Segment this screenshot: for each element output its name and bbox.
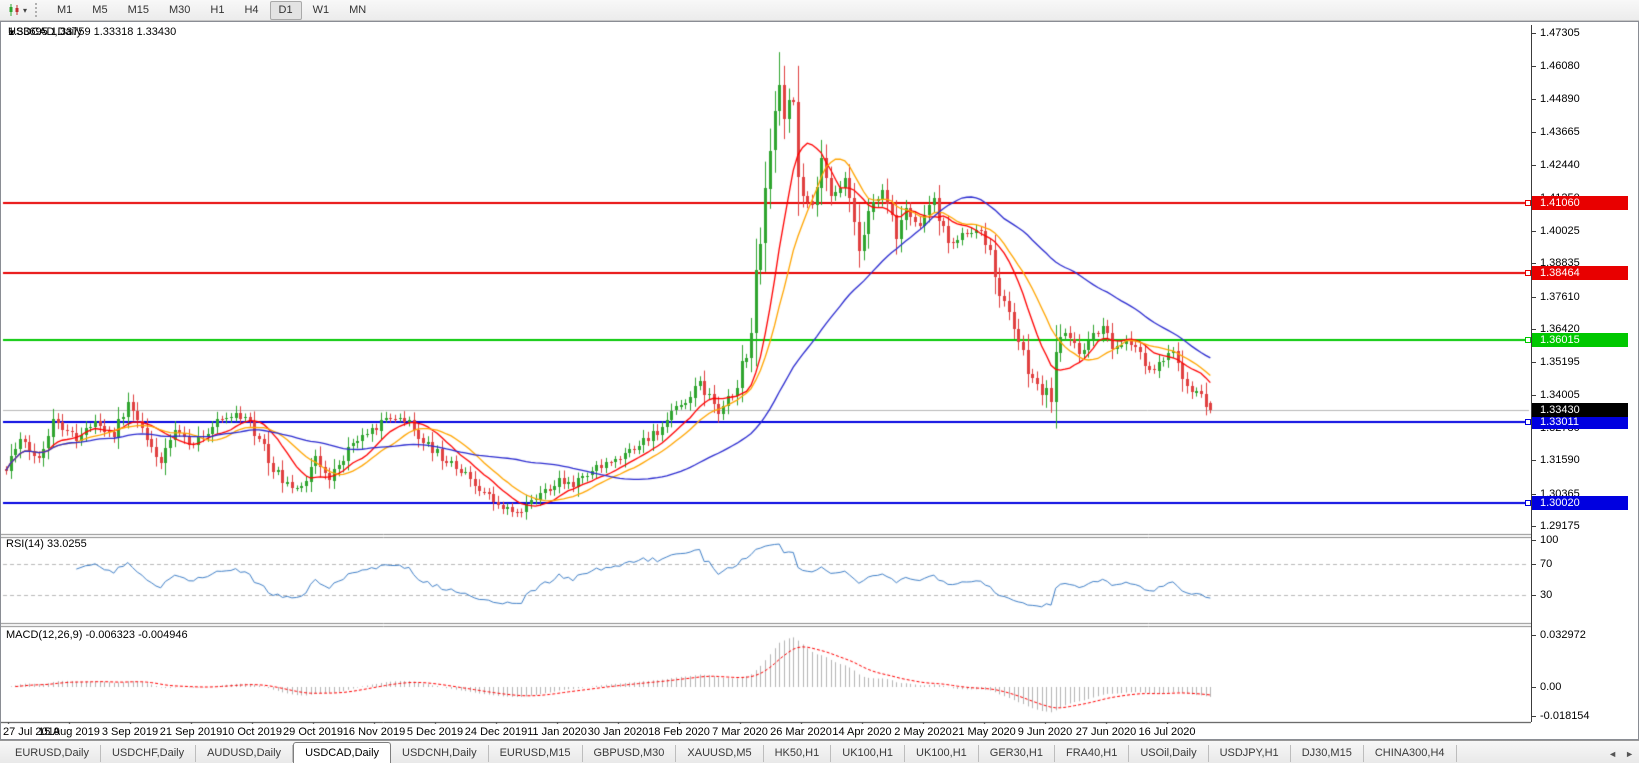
date-label: 2 May 2020: [894, 726, 951, 738]
date-label: 16 Jul 2020: [1139, 726, 1196, 738]
date-label: 27 Jun 2020: [1076, 726, 1137, 738]
hline-price-tag: 1.30020: [1532, 496, 1628, 510]
macd-axis-tick: -0.018154: [1532, 708, 1590, 724]
hline-anchor-handle[interactable]: [1525, 500, 1531, 506]
chart-tab-eurusd-m15[interactable]: EURUSD,M15: [489, 745, 583, 762]
date-label: 14 Apr 2020: [832, 726, 891, 738]
current-price-tag: 1.33430: [1532, 403, 1628, 417]
date-label: 11 Jan 2020: [527, 726, 587, 738]
chart-tab-usdcad-daily[interactable]: USDCAD,Daily: [293, 742, 391, 763]
price-axis-tick: 1.44890: [1532, 91, 1580, 107]
price-axis-tick: 1.43665: [1532, 124, 1580, 140]
hline-anchor-handle[interactable]: [1525, 270, 1531, 276]
date-label: 30 Jan 2020: [588, 726, 649, 738]
ohlc-values: 1.33695 1.33759 1.33318 1.33430: [8, 26, 176, 38]
price-axis-tick: 1.47305: [1532, 25, 1580, 41]
rsi-axis-tick: 70: [1532, 556, 1552, 572]
macd-axis-tick: 0.00: [1532, 679, 1561, 695]
price-axis-tick: 1.42440: [1532, 157, 1580, 173]
macd-label: MACD(12,26,9) -0.006323 -0.004946: [6, 629, 188, 641]
chart-tab-gbpusd-m30[interactable]: GBPUSD,M30: [583, 745, 677, 762]
chart-tab-usdcnh-daily[interactable]: USDCNH,Daily: [391, 745, 489, 762]
date-label: 9 Jun 2020: [1018, 726, 1072, 738]
price-axis-tick: 1.37610: [1532, 289, 1580, 305]
chart-tab-uk100-h1[interactable]: UK100,H1: [905, 745, 979, 762]
candlestick-chart-icon: [7, 3, 21, 17]
timeframe-button-m15[interactable]: M15: [119, 1, 158, 20]
chart-window: ▼ USDCAD,Daily 1.33695 1.33759 1.33318 1…: [0, 21, 1639, 740]
timeframe-button-w1[interactable]: W1: [304, 1, 339, 20]
price-axis-tick: 1.34005: [1532, 387, 1580, 403]
date-label: 21 May 2020: [952, 726, 1016, 738]
tab-scroll-left-button[interactable]: ◄: [1608, 749, 1617, 759]
timeframe-buttons: M1M5M15M30H1H4D1W1MN: [47, 1, 376, 20]
mt4-terminal: { "toolbar": { "chart_icon_caret": "▾", …: [0, 0, 1639, 763]
macd-axis-tick: 0.032972: [1532, 627, 1586, 643]
chart-style-button[interactable]: ▾: [3, 2, 31, 18]
chart-tab-usdjpy-h1[interactable]: USDJPY,H1: [1209, 745, 1291, 762]
price-axis-tick: 1.31590: [1532, 452, 1580, 468]
timeframe-button-h1[interactable]: H1: [201, 1, 233, 20]
chart-tab-uk100-h1[interactable]: UK100,H1: [831, 745, 905, 762]
chart-tab-eurusd-daily[interactable]: EURUSD,Daily: [4, 745, 101, 762]
date-label: 26 Mar 2020: [770, 726, 832, 738]
timeframe-button-m1[interactable]: M1: [48, 1, 81, 20]
chart-tab-ger30-h1[interactable]: GER30,H1: [979, 745, 1055, 762]
rsi-axis-tick: 30: [1532, 587, 1552, 603]
price-axis-tick: 1.46080: [1532, 58, 1580, 74]
chart-tab-dj30-m15[interactable]: DJ30,M15: [1291, 745, 1364, 762]
timeframe-button-h4[interactable]: H4: [235, 1, 267, 20]
timeframe-button-m5[interactable]: M5: [83, 1, 116, 20]
chart-tab-fra40-h1[interactable]: FRA40,H1: [1055, 745, 1129, 762]
hline-price-tag: 1.41060: [1532, 196, 1628, 210]
price-scale[interactable]: 1.473051.460801.448901.436651.424401.412…: [1531, 25, 1639, 722]
date-label: 18 Feb 2020: [648, 726, 710, 738]
hline-price-tag: 1.36015: [1532, 333, 1628, 347]
toolbar: ▾ M1M5M15M30H1H4D1W1MN: [0, 0, 1639, 21]
date-label: 7 Mar 2020: [712, 726, 768, 738]
price-axis-tick: 1.35195: [1532, 354, 1580, 370]
hline-anchor-handle[interactable]: [1525, 200, 1531, 206]
chart-tabs-bar: EURUSD,DailyUSDCHF,DailyAUDUSD,DailyUSDC…: [0, 740, 1639, 763]
price-chart-canvas[interactable]: [1, 22, 1531, 724]
chart-tab-usoil-daily[interactable]: USOil,Daily: [1129, 745, 1208, 762]
date-label: 5 Dec 2019: [407, 726, 463, 738]
date-label: 21 Sep 2019: [160, 726, 222, 738]
hline-anchor-handle[interactable]: [1525, 337, 1531, 343]
rsi-label: RSI(14) 33.0255: [6, 538, 87, 550]
date-label: 16 Nov 2019: [343, 726, 405, 738]
date-label: 10 Oct 2019: [222, 726, 282, 738]
price-axis-tick: 1.40025: [1532, 223, 1580, 239]
date-label: 24 Dec 2019: [465, 726, 527, 738]
rsi-axis-tick: 100: [1532, 532, 1558, 548]
chart-tab-usdchf-daily[interactable]: USDCHF,Daily: [101, 745, 196, 762]
time-scale[interactable]: 27 Jul 201915 Aug 20193 Sep 201921 Sep 2…: [1, 724, 1531, 739]
date-label: 29 Oct 2019: [283, 726, 343, 738]
timeframe-button-m30[interactable]: M30: [160, 1, 199, 20]
date-label: 3 Sep 2019: [102, 726, 158, 738]
tab-scroll-right-button[interactable]: ►: [1625, 749, 1634, 759]
chart-tab-china300-h4[interactable]: CHINA300,H4: [1364, 745, 1457, 762]
chart-tab-xauusd-m5[interactable]: XAUUSD,M5: [676, 745, 763, 762]
chevron-down-icon: ▾: [23, 6, 27, 15]
date-label: 15 Aug 2019: [38, 726, 100, 738]
hline-price-tag: 1.38464: [1532, 266, 1628, 280]
tab-scroll-nav: ◄ ►: [1608, 749, 1634, 759]
toolbar-grip[interactable]: [35, 3, 40, 17]
hline-anchor-handle[interactable]: [1525, 419, 1531, 425]
chart-tab-hk50-h1[interactable]: HK50,H1: [764, 745, 832, 762]
timeframe-button-mn[interactable]: MN: [340, 1, 375, 20]
chart-tab-audusd-daily[interactable]: AUDUSD,Daily: [196, 745, 293, 762]
timeframe-button-d1[interactable]: D1: [270, 1, 302, 20]
